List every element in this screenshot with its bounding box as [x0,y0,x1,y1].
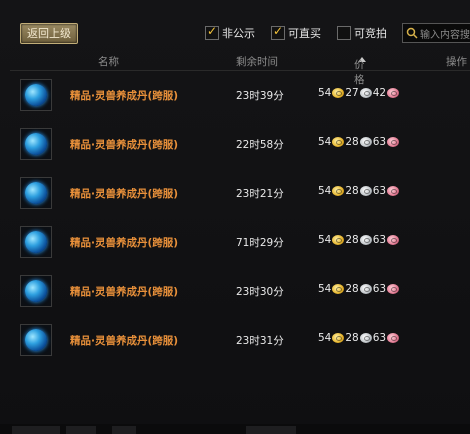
copper-coin-icon [387,88,400,98]
price-copper: 63 [372,234,387,246]
blue-orb-pill-icon [25,231,47,253]
gold-coin-icon [332,137,345,147]
price: 54 28 63 [318,332,400,344]
blue-orb-pill-icon [25,133,47,155]
price-gold: 54 [318,136,332,148]
filter-non-public-label: 非公示 [222,27,255,40]
search-placeholder: 输入内容搜 [420,29,470,41]
search-box[interactable]: 输入内容搜 [402,23,470,43]
bottom-bar [0,424,470,434]
filter-direct-buy[interactable]: ✓ 可直买 [271,24,321,40]
table-row[interactable]: 精品·灵兽养成丹(跨服) 23时31分 54 28 63 [10,319,470,363]
item-name[interactable]: 精品·灵兽养成丹(跨服) [70,186,178,201]
checkmark-icon: ✓ [273,24,284,38]
silver-coin-icon [359,88,372,98]
remaining-time: 22时58分 [236,139,284,151]
price-copper: 63 [372,283,387,295]
price-silver: 28 [345,234,359,246]
gold-coin-icon [332,284,345,294]
item-icon-slot[interactable] [20,79,52,111]
item-name[interactable]: 精品·灵兽养成丹(跨服) [70,284,178,299]
price: 54 28 63 [318,185,400,197]
silver-coin-icon [359,186,372,196]
table-row[interactable]: 精品·灵兽养成丹(跨服) 71时29分 54 28 63 [10,221,470,265]
silver-coin-icon [359,333,372,343]
checkmark-icon: ✓ [207,24,218,38]
blue-orb-pill-icon [25,329,47,351]
price-silver: 28 [345,185,359,197]
back-button[interactable]: 返回上级 [20,23,78,44]
filter-bid-label: 可竞拍 [354,27,387,40]
copper-coin-icon [387,284,400,294]
filter-non-public[interactable]: ✓ 非公示 [205,24,255,40]
price-copper: 63 [372,332,387,344]
remaining-time: 23时30分 [236,286,284,298]
item-name[interactable]: 精品·灵兽养成丹(跨服) [70,235,178,250]
price: 54 27 42 [318,87,400,99]
footer-segment [66,426,96,434]
price-gold: 54 [318,234,332,246]
footer-segment [12,426,60,434]
item-icon-slot[interactable] [20,128,52,160]
price-gold: 54 [318,185,332,197]
header-action: 操作 [446,56,467,68]
item-icon-slot[interactable] [20,177,52,209]
checkbox-direct-buy[interactable]: ✓ [271,24,285,40]
header-price[interactable]: 价格 [354,54,366,86]
price-gold: 54 [318,332,332,344]
remaining-time: 23时31分 [236,335,284,347]
gold-coin-icon [332,88,345,98]
price-silver: 28 [345,283,359,295]
footer-segment [112,426,136,434]
item-icon-slot[interactable] [20,324,52,356]
item-icon-slot[interactable] [20,275,52,307]
price: 54 28 63 [318,234,400,246]
copper-coin-icon [387,137,400,147]
table-header: 名称 剩余时间 价格 操作 [0,51,470,86]
silver-coin-icon [359,284,372,294]
table-row[interactable]: 精品·灵兽养成丹(跨服) 22时58分 54 28 63 [10,123,470,167]
silver-coin-icon [359,137,372,147]
table-row[interactable]: 精品·灵兽养成丹(跨服) 23时21分 54 28 63 [10,172,470,216]
copper-coin-icon [387,333,400,343]
price: 54 28 63 [318,136,400,148]
remaining-time: 23时39分 [236,90,284,102]
remaining-time: 23时21分 [236,188,284,200]
table-row[interactable]: 精品·灵兽养成丹(跨服) 23时30分 54 28 63 [10,270,470,314]
price-copper: 63 [372,185,387,197]
filter-bid[interactable]: 可竞拍 [337,26,387,40]
filter-direct-buy-label: 可直买 [288,27,321,40]
gold-coin-icon [332,235,345,245]
price-silver: 28 [345,332,359,344]
blue-orb-pill-icon [25,280,47,302]
price-copper: 42 [372,87,387,99]
price-silver: 28 [345,136,359,148]
header-time[interactable]: 剩余时间 [236,54,278,69]
search-icon [406,27,418,39]
copper-coin-icon [387,186,400,196]
table-row[interactable]: 精品·灵兽养成丹(跨服) 23时39分 54 27 42 [10,74,470,118]
gold-coin-icon [332,186,345,196]
silver-coin-icon [359,235,372,245]
price-gold: 54 [318,87,332,99]
blue-orb-pill-icon [25,84,47,106]
item-icon-slot[interactable] [20,226,52,258]
checkbox-non-public[interactable]: ✓ [205,24,219,40]
auction-panel: 返回上级 ✓ 非公示 ✓ 可直买 可竞拍 输入内容搜 名称 剩余时间 价格 操作… [0,0,470,434]
price-silver: 27 [345,87,359,99]
blue-orb-pill-icon [25,182,47,204]
item-name[interactable]: 精品·灵兽养成丹(跨服) [70,88,178,103]
remaining-time: 71时29分 [236,237,284,249]
price: 54 28 63 [318,283,400,295]
price-gold: 54 [318,283,332,295]
footer-segment [246,426,296,434]
price-copper: 63 [372,136,387,148]
header-name: 名称 [98,56,119,68]
item-name[interactable]: 精品·灵兽养成丹(跨服) [70,137,178,152]
item-name[interactable]: 精品·灵兽养成丹(跨服) [70,333,178,348]
header-divider [10,70,470,71]
copper-coin-icon [387,235,400,245]
checkbox-bid[interactable] [337,26,351,40]
gold-coin-icon [332,333,345,343]
